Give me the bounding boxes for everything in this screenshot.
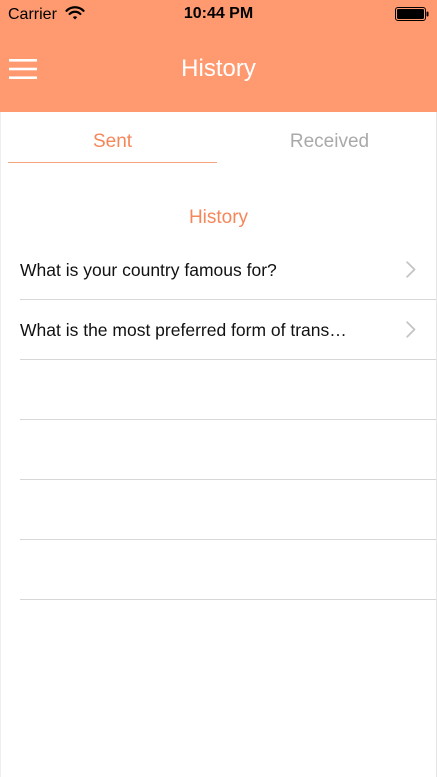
list-item <box>0 360 437 420</box>
app-screen: Carrier 10:44 PM History Sent Received H… <box>0 0 437 777</box>
active-tab-indicator <box>8 162 217 163</box>
status-time: 10:44 PM <box>183 5 254 22</box>
section-title: History <box>188 207 249 228</box>
list-item-label: What is the most preferred form of trans… <box>20 320 347 340</box>
list-item[interactable]: What is your country famous for? <box>0 240 437 300</box>
list-item <box>0 420 437 480</box>
page-title: History <box>181 55 256 82</box>
segmented-tabs: Sent Received <box>0 112 437 164</box>
tab-received[interactable]: Received <box>225 112 434 164</box>
navigation-bar: History <box>0 30 437 112</box>
chevron-right-icon <box>406 321 416 338</box>
chevron-right-icon <box>406 261 416 278</box>
list-item <box>0 540 437 600</box>
list-item <box>0 600 437 660</box>
tab-sent[interactable]: Sent <box>8 112 217 164</box>
list-item-label: What is your country famous for? <box>20 260 277 280</box>
battery-icon <box>395 7 429 21</box>
left-border <box>0 112 1 777</box>
status-bar: Carrier 10:44 PM <box>0 0 437 30</box>
history-list: What is your country famous for? What is… <box>0 240 437 660</box>
list-item <box>0 480 437 540</box>
list-item[interactable]: What is the most preferred form of trans… <box>0 300 437 360</box>
